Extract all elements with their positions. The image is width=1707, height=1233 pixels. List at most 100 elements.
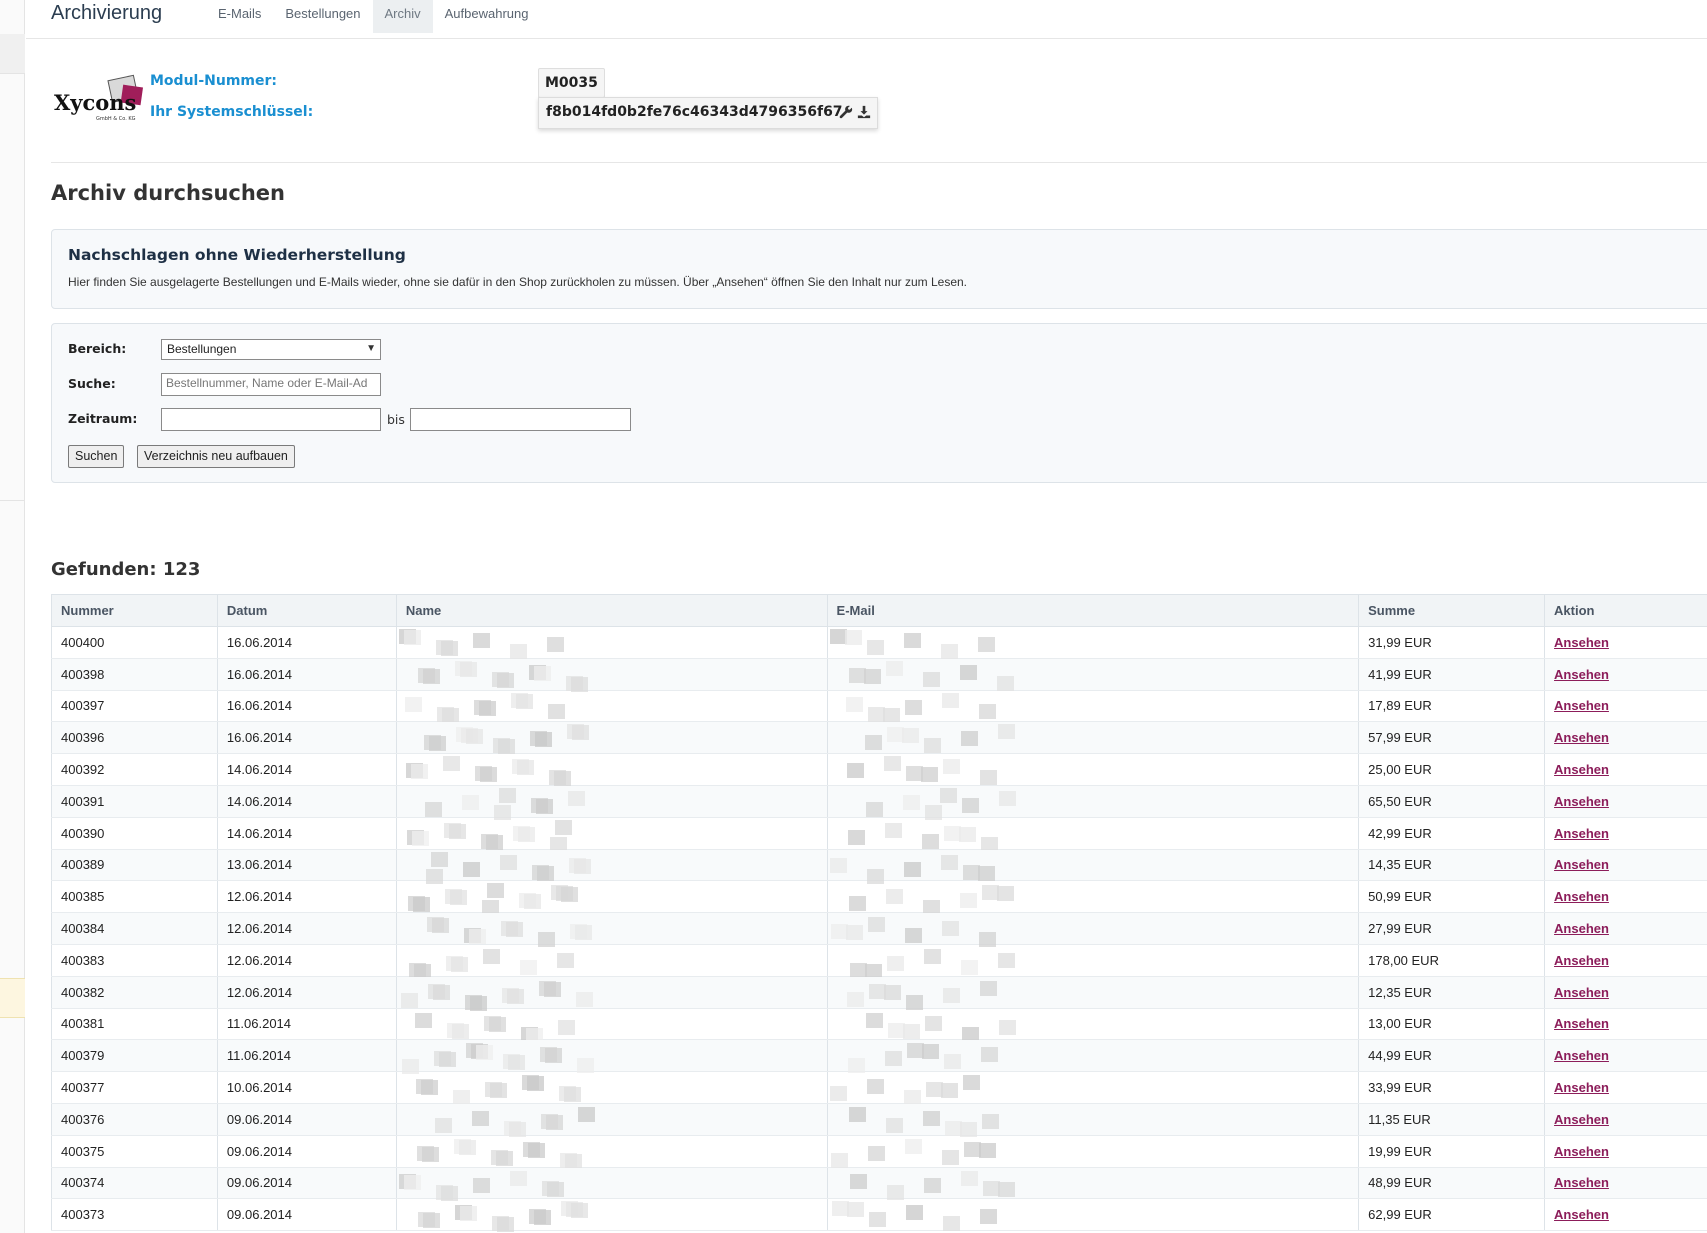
- main-content: Archivierung E-Mails Bestellungen Archiv…: [26, 0, 1707, 1233]
- search-input[interactable]: Bestellnummer, Name oder E-Mail-Ad: [161, 373, 381, 396]
- tab-aufbewahrung[interactable]: Aufbewahrung: [433, 0, 541, 33]
- cell-email-redacted: [826, 690, 1360, 723]
- redacted-pixelation: [828, 1040, 1359, 1074]
- cell-name-redacted: [395, 944, 828, 979]
- info-text: Hier finden Sie ausgelagerte Bestellunge…: [68, 275, 967, 289]
- suche-label: Suche:: [68, 376, 116, 391]
- cell-aktion: Ansehen: [1544, 817, 1707, 850]
- cell-aktion: Ansehen: [1544, 785, 1707, 818]
- sidebar-divider: [0, 500, 25, 501]
- redacted-pixelation: [397, 945, 827, 979]
- results-count: Gefunden: 123: [51, 559, 201, 580]
- view-link[interactable]: Ansehen: [1554, 857, 1609, 872]
- date-from-input[interactable]: [161, 408, 381, 431]
- cell-aktion: Ansehen: [1544, 1039, 1707, 1073]
- cell-aktion: Ansehen: [1544, 1135, 1707, 1168]
- system-key-field: f8b014fd0b2fe76c46343d4796356f67: [538, 97, 878, 129]
- wrench-icon[interactable]: [839, 105, 853, 119]
- cell-nummer: 400373: [51, 1198, 218, 1232]
- view-link[interactable]: Ansehen: [1554, 730, 1609, 745]
- date-to-input[interactable]: [410, 408, 631, 431]
- view-link[interactable]: Ansehen: [1554, 1048, 1609, 1063]
- cell-summe: 12,35 EUR: [1358, 976, 1546, 1009]
- tab-emails[interactable]: E-Mails: [206, 0, 273, 33]
- cell-nummer: 400389: [51, 849, 218, 882]
- cell-aktion: Ansehen: [1544, 658, 1707, 691]
- left-sidebar-edge: [0, 0, 25, 1233]
- redacted-pixelation: [828, 786, 1359, 820]
- divider: [51, 162, 1707, 163]
- table-row: 400376 09.06.2014 11,35 EUR Ansehen: [51, 1103, 1707, 1137]
- view-link[interactable]: Ansehen: [1554, 953, 1609, 968]
- view-link[interactable]: Ansehen: [1554, 667, 1609, 682]
- cell-datum: 16.06.2014: [216, 658, 397, 691]
- view-link[interactable]: Ansehen: [1554, 1112, 1609, 1127]
- table-row: 400389 13.06.2014 14,35 EUR Ansehen: [51, 849, 1707, 884]
- cell-aktion: Ansehen: [1544, 1071, 1707, 1104]
- view-link[interactable]: Ansehen: [1554, 889, 1609, 904]
- tab-archiv[interactable]: Archiv: [372, 0, 433, 33]
- view-link[interactable]: Ansehen: [1554, 985, 1609, 1000]
- view-link[interactable]: Ansehen: [1554, 698, 1609, 713]
- tab-bestellungen[interactable]: Bestellungen: [273, 0, 372, 33]
- redacted-pixelation: [828, 913, 1359, 948]
- view-link[interactable]: Ansehen: [1554, 921, 1609, 936]
- view-link[interactable]: Ansehen: [1554, 1016, 1609, 1031]
- redacted-pixelation: [397, 754, 827, 787]
- cell-aktion: Ansehen: [1544, 1198, 1707, 1232]
- cell-summe: 27,99 EUR: [1358, 912, 1546, 945]
- redacted-pixelation: [828, 659, 1359, 691]
- table-row: 400391 14.06.2014 65,50 EUR Ansehen: [51, 785, 1707, 820]
- column-header-name[interactable]: Name: [395, 594, 828, 627]
- redacted-pixelation: [397, 1168, 827, 1201]
- cell-aktion: Ansehen: [1544, 690, 1707, 723]
- download-icon[interactable]: [857, 105, 871, 119]
- bis-label: bis: [387, 412, 405, 427]
- cell-datum: 16.06.2014: [216, 690, 397, 723]
- view-link[interactable]: Ansehen: [1554, 794, 1609, 809]
- cell-name-redacted: [395, 1039, 828, 1075]
- table-row: 400381 11.06.2014 13,00 EUR Ansehen: [51, 1008, 1707, 1043]
- cell-datum: 14.06.2014: [216, 817, 397, 850]
- cell-datum: 12.06.2014: [216, 912, 397, 945]
- cell-email-redacted: [826, 1198, 1360, 1232]
- redacted-pixelation: [828, 627, 1359, 659]
- table-row: 400392 14.06.2014 25,00 EUR Ansehen: [51, 753, 1707, 787]
- column-header-email[interactable]: E-Mail: [826, 594, 1360, 627]
- view-link[interactable]: Ansehen: [1554, 1080, 1609, 1095]
- view-link[interactable]: Ansehen: [1554, 635, 1609, 650]
- cell-summe: 17,89 EUR: [1358, 690, 1546, 723]
- cell-nummer: 400390: [51, 817, 218, 850]
- column-header-nummer[interactable]: Nummer: [51, 594, 218, 627]
- cell-nummer: 400398: [51, 658, 218, 691]
- top-tab-bar: Archivierung E-Mails Bestellungen Archiv…: [26, 0, 1707, 39]
- cell-name-redacted: [395, 1135, 828, 1169]
- redacted-pixelation: [397, 1009, 827, 1043]
- view-link[interactable]: Ansehen: [1554, 1207, 1609, 1222]
- rebuild-index-button[interactable]: Verzeichnis neu aufbauen: [137, 445, 295, 468]
- bereich-select[interactable]: Bestellungen ▼: [161, 339, 381, 360]
- column-header-datum[interactable]: Datum: [216, 594, 397, 627]
- redacted-pixelation: [397, 786, 827, 820]
- search-form: Bereich: Bestellungen ▼ Suche: Bestellnu…: [51, 323, 1707, 483]
- redacted-pixelation: [397, 1199, 827, 1233]
- view-link[interactable]: Ansehen: [1554, 1175, 1609, 1190]
- table-row: 400377 10.06.2014 33,99 EUR Ansehen: [51, 1071, 1707, 1106]
- redacted-pixelation: [828, 1104, 1359, 1137]
- sidebar-item-active[interactable]: [0, 34, 25, 74]
- cell-email-redacted: [826, 785, 1360, 820]
- view-link[interactable]: Ansehen: [1554, 1144, 1609, 1159]
- column-header-summe[interactable]: Summe: [1358, 594, 1546, 627]
- sidebar-item-highlight[interactable]: [0, 978, 25, 1018]
- search-button[interactable]: Suchen: [68, 445, 125, 468]
- cell-summe: 11,35 EUR: [1358, 1103, 1546, 1136]
- cell-email-redacted: [826, 817, 1360, 852]
- cell-email-redacted: [826, 1135, 1360, 1168]
- view-link[interactable]: Ansehen: [1554, 826, 1609, 841]
- cell-datum: 09.06.2014: [216, 1103, 397, 1136]
- cell-name-redacted: [395, 817, 828, 852]
- cell-nummer: 400375: [51, 1135, 218, 1168]
- view-link[interactable]: Ansehen: [1554, 762, 1609, 777]
- table-row: 400383 12.06.2014 178,00 EUR Ansehen: [51, 944, 1707, 979]
- column-header-aktion: Aktion: [1544, 594, 1707, 627]
